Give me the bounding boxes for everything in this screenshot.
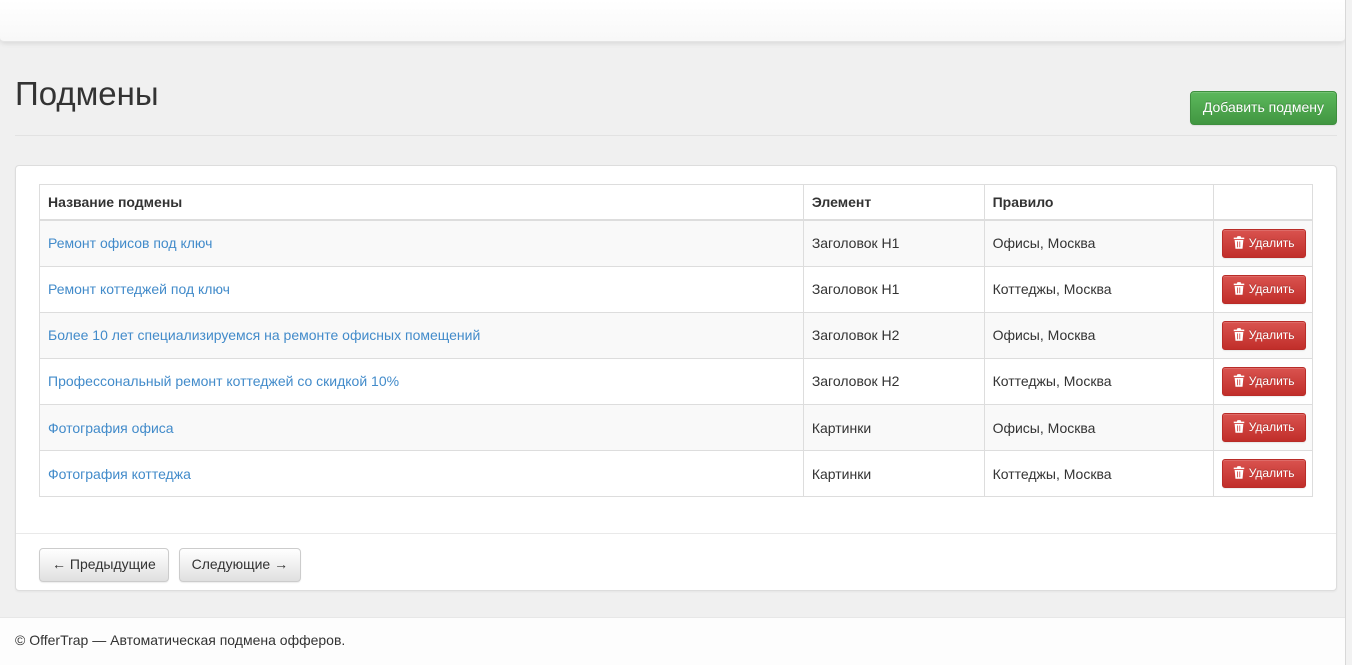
element-cell: Картинки xyxy=(803,451,984,497)
add-substitution-button[interactable]: Добавить подмену xyxy=(1190,91,1337,125)
name-cell: Фотография офиса xyxy=(40,405,804,451)
name-cell: Ремонт офисов под ключ xyxy=(40,220,804,267)
substitution-link[interactable]: Ремонт коттеджей под ключ xyxy=(48,281,230,297)
delete-button-label: Удалить xyxy=(1249,328,1295,342)
column-header-actions xyxy=(1213,184,1312,220)
trash-icon xyxy=(1233,420,1245,433)
element-cell: Заголовок H2 xyxy=(803,312,984,358)
trash-icon xyxy=(1233,328,1245,341)
delete-button[interactable]: Удалить xyxy=(1222,413,1306,442)
delete-button[interactable]: Удалить xyxy=(1222,321,1306,350)
action-cell: Удалить xyxy=(1213,266,1312,312)
delete-button-label: Удалить xyxy=(1249,420,1295,434)
element-cell: Картинки xyxy=(803,405,984,451)
trash-icon xyxy=(1233,236,1245,249)
rule-cell: Офисы, Москва xyxy=(984,405,1213,451)
next-page-button[interactable]: Следующие → xyxy=(179,548,301,582)
delete-button-label: Удалить xyxy=(1249,282,1295,296)
table-row: Более 10 лет специализируемся на ремонте… xyxy=(40,312,1313,358)
name-cell: Ремонт коттеджей под ключ xyxy=(40,266,804,312)
page-header: Добавить подмену Подмены xyxy=(15,75,1337,136)
table-row: Профессональный ремонт коттеджей со скид… xyxy=(40,358,1313,404)
substitution-link[interactable]: Ремонт офисов под ключ xyxy=(48,235,212,251)
delete-button-label: Удалить xyxy=(1249,236,1295,250)
table-row: Ремонт коттеджей под ключ Заголовок H1 К… xyxy=(40,266,1313,312)
delete-button[interactable]: Удалить xyxy=(1222,229,1306,258)
substitutions-table: Название подмены Элемент Правило Ремонт … xyxy=(39,184,1313,497)
name-cell: Профессональный ремонт коттеджей со скид… xyxy=(40,358,804,404)
column-header-name: Название подмены xyxy=(40,184,804,220)
copyright-text: © OfferTrap — Автоматическая подмена офф… xyxy=(15,632,345,648)
element-cell: Заголовок H1 xyxy=(803,220,984,267)
delete-button-label: Удалить xyxy=(1249,466,1295,480)
rule-cell: Коттеджы, Москва xyxy=(984,266,1213,312)
action-cell: Удалить xyxy=(1213,312,1312,358)
substitution-link[interactable]: Фотография коттеджа xyxy=(48,466,191,482)
name-cell: Фотография коттеджа xyxy=(40,451,804,497)
page-title: Подмены xyxy=(15,75,159,113)
table-row: Фотография офиса Картинки Офисы, Москва … xyxy=(40,405,1313,451)
table-header-row: Название подмены Элемент Правило xyxy=(40,184,1313,220)
top-navbar xyxy=(0,0,1345,42)
table-body: Ремонт офисов под ключ Заголовок H1 Офис… xyxy=(40,220,1313,497)
element-cell: Заголовок H2 xyxy=(803,358,984,404)
substitutions-panel: Название подмены Элемент Правило Ремонт … xyxy=(15,165,1337,591)
action-cell: Удалить xyxy=(1213,358,1312,404)
pagination: ← Предыдущие Следующие → xyxy=(39,548,1313,582)
delete-button[interactable]: Удалить xyxy=(1222,459,1306,488)
column-header-element: Элемент xyxy=(803,184,984,220)
table-row: Ремонт офисов под ключ Заголовок H1 Офис… xyxy=(40,220,1313,267)
panel-divider xyxy=(16,533,1336,534)
action-cell: Удалить xyxy=(1213,220,1312,267)
element-cell: Заголовок H1 xyxy=(803,266,984,312)
substitution-link[interactable]: Профессональный ремонт коттеджей со скид… xyxy=(48,373,399,389)
action-cell: Удалить xyxy=(1213,405,1312,451)
main-container: Добавить подмену Подмены Название подмен… xyxy=(0,75,1352,591)
name-cell: Более 10 лет специализируемся на ремонте… xyxy=(40,312,804,358)
column-header-rule: Правило xyxy=(984,184,1213,220)
rule-cell: Коттеджы, Москва xyxy=(984,358,1213,404)
action-cell: Удалить xyxy=(1213,451,1312,497)
rule-cell: Коттеджы, Москва xyxy=(984,451,1213,497)
substitution-link[interactable]: Более 10 лет специализируемся на ремонте… xyxy=(48,327,480,343)
rule-cell: Офисы, Москва xyxy=(984,312,1213,358)
table-row: Фотография коттеджа Картинки Коттеджы, М… xyxy=(40,451,1313,497)
substitution-link[interactable]: Фотография офиса xyxy=(48,420,174,436)
delete-button-label: Удалить xyxy=(1249,374,1295,388)
trash-icon xyxy=(1233,466,1245,479)
page-footer: © OfferTrap — Автоматическая подмена офф… xyxy=(0,617,1352,665)
previous-page-button[interactable]: ← Предыдущие xyxy=(39,548,169,582)
delete-button[interactable]: Удалить xyxy=(1222,275,1306,304)
trash-icon xyxy=(1233,374,1245,387)
trash-icon xyxy=(1233,282,1245,295)
vertical-scrollbar[interactable] xyxy=(1345,0,1352,665)
page: Добавить подмену Подмены Название подмен… xyxy=(0,0,1352,665)
rule-cell: Офисы, Москва xyxy=(984,220,1213,267)
delete-button[interactable]: Удалить xyxy=(1222,367,1306,396)
